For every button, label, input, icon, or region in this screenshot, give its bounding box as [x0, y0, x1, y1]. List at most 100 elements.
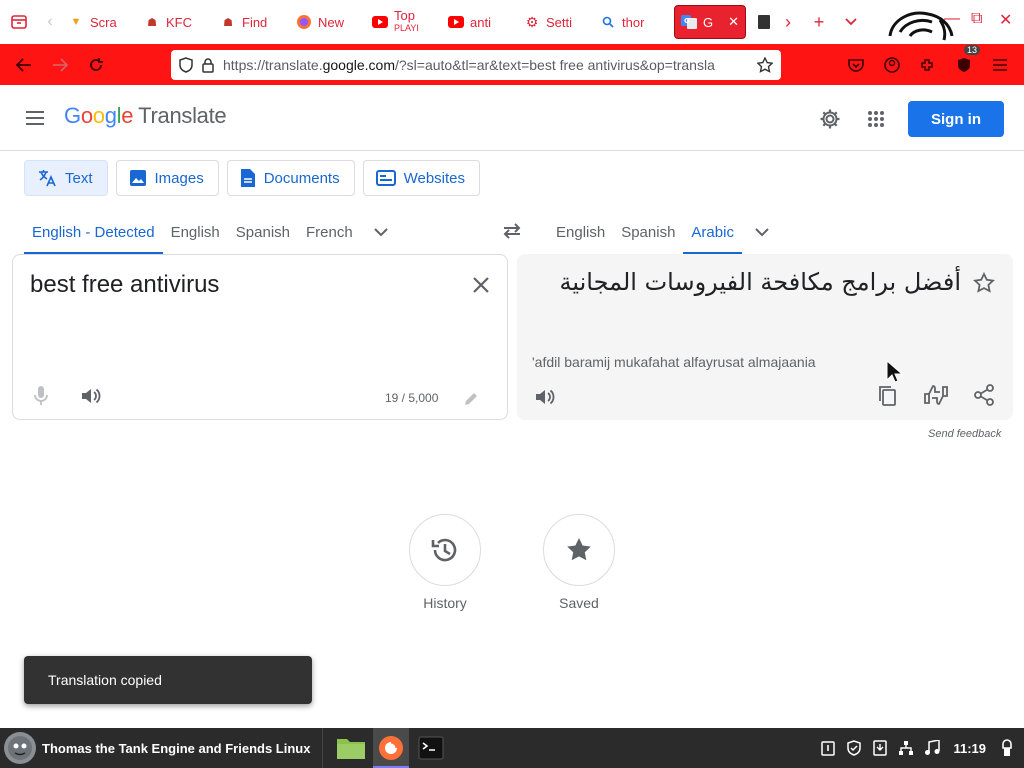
browser-tab[interactable]: New — [290, 5, 366, 39]
svg-text:G: G — [684, 17, 690, 25]
more-source-languages-button[interactable] — [361, 210, 401, 254]
image-icon — [129, 170, 146, 186]
maximize-icon[interactable]: ⧉ — [971, 10, 982, 28]
tab-strip: ‹ ▼ Scra ☗ KFC ☗ Find New Top PLAYI anti… — [0, 0, 1024, 44]
more-target-languages-button[interactable] — [742, 210, 782, 254]
taskbar-terminal-button[interactable] — [413, 728, 449, 768]
tab-scroll-left-button[interactable]: ‹ — [38, 0, 62, 44]
url-text: https://translate.google.com/?sl=auto&tl… — [223, 57, 749, 73]
browser-tab[interactable]: anti — [442, 5, 518, 39]
toolbar-right: 13 — [838, 45, 1018, 83]
settings-button[interactable] — [816, 105, 844, 133]
target-lang-english[interactable]: English — [548, 210, 613, 254]
reload-button[interactable] — [78, 47, 114, 83]
document-icon — [240, 169, 255, 187]
list-all-tabs-button[interactable] — [838, 0, 864, 44]
pocket-icon — [848, 59, 864, 72]
back-button[interactable] — [6, 47, 42, 83]
tab-overview-button[interactable] — [0, 0, 38, 44]
share-icon[interactable] — [973, 384, 995, 406]
updates-icon[interactable] — [871, 739, 889, 757]
account-button[interactable] — [874, 47, 910, 83]
toast-notification: Translation copied — [24, 656, 312, 704]
pocket-button[interactable] — [838, 47, 874, 83]
microphone-icon[interactable] — [31, 385, 51, 407]
browser-tab-active[interactable]: G G ✕ — [674, 5, 746, 39]
network-icon[interactable] — [897, 739, 915, 757]
clear-source-icon[interactable] — [469, 273, 493, 297]
main-menu-icon[interactable] — [24, 107, 46, 129]
taskbar-files-button[interactable] — [333, 728, 369, 768]
new-tab-button[interactable]: + — [800, 0, 838, 44]
plus-icon: + — [813, 11, 825, 32]
source-text-input[interactable]: best free antivirus — [30, 271, 219, 299]
source-lang-french[interactable]: French — [298, 210, 361, 254]
bookmark-star-icon[interactable] — [757, 57, 773, 73]
browser-tab[interactable]: ☗ Find — [214, 5, 290, 39]
mouse-cursor-icon — [886, 360, 903, 383]
target-lang-spanish[interactable]: Spanish — [613, 210, 683, 254]
chevron-down-icon — [755, 227, 769, 236]
system-tray: 11:19 — [819, 728, 1024, 768]
browser-tab[interactable]: ⚙ Setti — [518, 5, 594, 39]
save-translation-star-icon[interactable] — [973, 272, 995, 294]
taskbar-firefox-button[interactable] — [373, 728, 410, 768]
mode-tab-websites[interactable]: Websites — [362, 160, 481, 196]
mode-label: Documents — [263, 169, 340, 187]
character-count: 19 / 5,000 — [385, 391, 439, 405]
history-icon — [431, 538, 457, 562]
mode-tab-documents[interactable]: Documents — [226, 160, 355, 196]
forward-button[interactable] — [42, 47, 78, 83]
reload-icon — [90, 57, 103, 71]
sign-in-button[interactable]: Sign in — [908, 101, 1004, 137]
google-apps-button[interactable] — [862, 105, 890, 133]
google-translate-icon: G — [681, 14, 697, 30]
firefox-icon — [296, 14, 312, 30]
saved-label: Saved — [559, 595, 599, 611]
mode-label: Text — [65, 169, 93, 187]
tab-scroll-right-button[interactable]: › — [776, 0, 800, 44]
google-translate-logo[interactable]: Google Translate — [64, 103, 227, 129]
send-feedback-link[interactable]: Send feedback — [928, 428, 1001, 440]
clipboard-icon[interactable] — [819, 739, 837, 757]
tab-label: thor — [622, 14, 645, 30]
listen-translation-icon[interactable] — [533, 386, 555, 408]
pencil-icon[interactable] — [463, 391, 479, 407]
logo-letter: G — [64, 103, 81, 128]
mode-tab-text[interactable]: Text — [24, 160, 108, 196]
sound-icon[interactable] — [923, 739, 941, 757]
copy-translation-icon[interactable] — [877, 384, 899, 408]
google-wordmark: Google — [64, 103, 133, 129]
browser-tab[interactable]: ☗ KFC — [138, 5, 214, 39]
browser-tab[interactable]: thor — [594, 5, 670, 39]
start-menu-button[interactable]: Thomas the Tank Engine and Friends Linux — [0, 728, 314, 768]
source-lang-spanish[interactable]: Spanish — [228, 210, 298, 254]
source-lang-detected[interactable]: English - Detected — [24, 210, 163, 254]
target-language-bar: English Spanish Arabic — [548, 210, 782, 254]
close-tab-icon[interactable]: ✕ — [728, 14, 739, 30]
url-domain: google.com — [322, 57, 395, 73]
listen-source-icon[interactable] — [79, 385, 101, 407]
security-shield-icon[interactable] — [845, 739, 863, 757]
browser-tab[interactable]: Top PLAYI — [366, 5, 442, 39]
browser-tab[interactable]: ▼ Scra — [62, 5, 138, 39]
chevron-down-icon — [373, 227, 388, 236]
mode-tab-images[interactable]: Images — [115, 160, 219, 196]
target-lang-arabic[interactable]: Arabic — [683, 210, 742, 254]
close-window-icon[interactable]: ✕ — [999, 10, 1012, 30]
app-menu-button[interactable] — [982, 47, 1018, 83]
extensions-button[interactable] — [910, 47, 946, 83]
ublock-button[interactable]: 13 — [946, 45, 982, 83]
logo-letter: e — [121, 103, 134, 128]
source-lang-english[interactable]: English — [163, 210, 228, 254]
browser-tab[interactable] — [750, 5, 776, 39]
history-button[interactable] — [409, 514, 481, 586]
firefox-icon — [379, 736, 404, 760]
saved-button[interactable] — [543, 514, 615, 586]
url-bar[interactable]: https://translate.google.com/?sl=auto&tl… — [171, 50, 781, 80]
user-session-icon[interactable] — [998, 739, 1016, 757]
search-icon — [600, 14, 616, 30]
swap-languages-button[interactable] — [497, 218, 527, 244]
minimize-icon[interactable]: — — [944, 10, 960, 28]
rate-translation-icon[interactable] — [923, 384, 949, 406]
